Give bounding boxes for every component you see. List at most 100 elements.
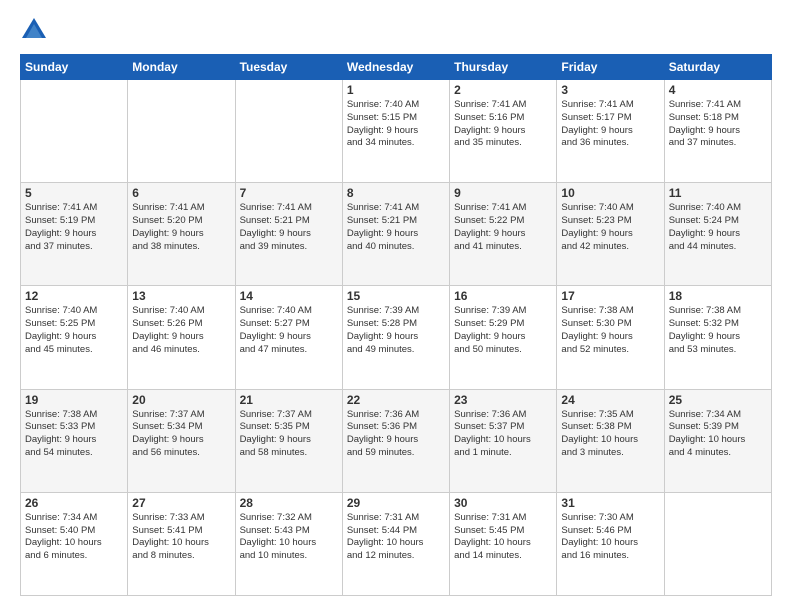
day-info: Sunrise: 7:36 AM Sunset: 5:36 PM Dayligh… [347,409,445,460]
calendar-week-row: 12 Sunrise: 7:40 AM Sunset: 5:25 PM Dayli… [21,286,772,389]
day-number: 17 [561,289,659,303]
day-info: Sunrise: 7:36 AM Sunset: 5:37 PM Dayligh… [454,409,552,460]
header [20,16,772,44]
calendar-cell: 29 Sunrise: 7:31 AM Sunset: 5:44 PM Dayli… [342,492,449,595]
day-number: 6 [132,186,230,200]
calendar-cell: 9 Sunrise: 7:41 AM Sunset: 5:22 PM Daylig… [450,183,557,286]
calendar-cell: 16 Sunrise: 7:39 AM Sunset: 5:29 PM Dayli… [450,286,557,389]
day-info: Sunrise: 7:40 AM Sunset: 5:23 PM Dayligh… [561,202,659,253]
calendar-cell: 30 Sunrise: 7:31 AM Sunset: 5:45 PM Dayli… [450,492,557,595]
calendar-cell: 7 Sunrise: 7:41 AM Sunset: 5:21 PM Daylig… [235,183,342,286]
day-info: Sunrise: 7:41 AM Sunset: 5:21 PM Dayligh… [240,202,338,253]
calendar-cell: 26Sunrise: 7:34 AM Sunset: 5:40 PM Dayli… [21,492,128,595]
calendar-cell: 20Sunrise: 7:37 AM Sunset: 5:34 PM Dayli… [128,389,235,492]
day-number: 10 [561,186,659,200]
day-number: 8 [347,186,445,200]
day-number: 31 [561,496,659,510]
day-number: 4 [669,83,767,97]
day-number: 14 [240,289,338,303]
calendar-cell: 27 Sunrise: 7:33 AM Sunset: 5:41 PM Dayli… [128,492,235,595]
day-info: Sunrise: 7:31 AM Sunset: 5:45 PM Dayligh… [454,512,552,563]
calendar-cell: 2 Sunrise: 7:41 AM Sunset: 5:16 PM Daylig… [450,80,557,183]
day-number: 7 [240,186,338,200]
logo [20,16,52,44]
day-number: 5 [25,186,123,200]
calendar-cell: 14 Sunrise: 7:40 AM Sunset: 5:27 PM Dayli… [235,286,342,389]
day-number: 21 [240,393,338,407]
calendar-cell [664,492,771,595]
page: SundayMondayTuesdayWednesdayThursdayFrid… [0,0,792,612]
day-number: 13 [132,289,230,303]
calendar-cell: 15Sunrise: 7:39 AM Sunset: 5:28 PM Dayli… [342,286,449,389]
day-number: 18 [669,289,767,303]
day-number: 20 [132,393,230,407]
calendar-cell: 8 Sunrise: 7:41 AM Sunset: 5:21 PM Daylig… [342,183,449,286]
calendar-header-row: SundayMondayTuesdayWednesdayThursdayFrid… [21,55,772,80]
calendar-cell: 17 Sunrise: 7:38 AM Sunset: 5:30 PM Dayli… [557,286,664,389]
calendar-cell: 19Sunrise: 7:38 AM Sunset: 5:33 PM Dayli… [21,389,128,492]
day-number: 12 [25,289,123,303]
day-info: Sunrise: 7:41 AM Sunset: 5:20 PM Dayligh… [132,202,230,253]
day-number: 2 [454,83,552,97]
day-info: Sunrise: 7:40 AM Sunset: 5:25 PM Dayligh… [25,305,123,356]
day-info: Sunrise: 7:41 AM Sunset: 5:21 PM Dayligh… [347,202,445,253]
day-number: 9 [454,186,552,200]
calendar-cell: 3 Sunrise: 7:41 AM Sunset: 5:17 PM Daylig… [557,80,664,183]
day-number: 19 [25,393,123,407]
calendar-cell: 24Sunrise: 7:35 AM Sunset: 5:38 PM Dayli… [557,389,664,492]
calendar-cell: 4 Sunrise: 7:41 AM Sunset: 5:18 PM Daylig… [664,80,771,183]
calendar-cell: 10 Sunrise: 7:40 AM Sunset: 5:23 PM Dayli… [557,183,664,286]
calendar-cell [128,80,235,183]
day-info: Sunrise: 7:30 AM Sunset: 5:46 PM Dayligh… [561,512,659,563]
day-info: Sunrise: 7:32 AM Sunset: 5:43 PM Dayligh… [240,512,338,563]
day-header: Wednesday [342,55,449,80]
calendar-week-row: 19Sunrise: 7:38 AM Sunset: 5:33 PM Dayli… [21,389,772,492]
day-header: Tuesday [235,55,342,80]
day-info: Sunrise: 7:41 AM Sunset: 5:18 PM Dayligh… [669,99,767,150]
day-info: Sunrise: 7:39 AM Sunset: 5:28 PM Dayligh… [347,305,445,356]
calendar-cell: 31 Sunrise: 7:30 AM Sunset: 5:46 PM Dayli… [557,492,664,595]
calendar-cell: 13Sunrise: 7:40 AM Sunset: 5:26 PM Dayli… [128,286,235,389]
day-info: Sunrise: 7:40 AM Sunset: 5:15 PM Dayligh… [347,99,445,150]
calendar-week-row: 5 Sunrise: 7:41 AM Sunset: 5:19 PM Daylig… [21,183,772,286]
calendar-week-row: 26Sunrise: 7:34 AM Sunset: 5:40 PM Dayli… [21,492,772,595]
calendar-cell: 21 Sunrise: 7:37 AM Sunset: 5:35 PM Dayli… [235,389,342,492]
day-number: 28 [240,496,338,510]
calendar-table: SundayMondayTuesdayWednesdayThursdayFrid… [20,54,772,596]
day-number: 23 [454,393,552,407]
day-number: 27 [132,496,230,510]
day-number: 1 [347,83,445,97]
calendar-cell: 6 Sunrise: 7:41 AM Sunset: 5:20 PM Daylig… [128,183,235,286]
day-number: 29 [347,496,445,510]
day-header: Monday [128,55,235,80]
day-info: Sunrise: 7:41 AM Sunset: 5:19 PM Dayligh… [25,202,123,253]
day-info: Sunrise: 7:41 AM Sunset: 5:17 PM Dayligh… [561,99,659,150]
day-number: 30 [454,496,552,510]
day-header: Saturday [664,55,771,80]
calendar-cell: 5 Sunrise: 7:41 AM Sunset: 5:19 PM Daylig… [21,183,128,286]
day-info: Sunrise: 7:38 AM Sunset: 5:30 PM Dayligh… [561,305,659,356]
day-number: 3 [561,83,659,97]
day-info: Sunrise: 7:40 AM Sunset: 5:27 PM Dayligh… [240,305,338,356]
day-info: Sunrise: 7:40 AM Sunset: 5:24 PM Dayligh… [669,202,767,253]
calendar-week-row: 1 Sunrise: 7:40 AM Sunset: 5:15 PM Daylig… [21,80,772,183]
calendar-cell: 18 Sunrise: 7:38 AM Sunset: 5:32 PM Dayli… [664,286,771,389]
day-info: Sunrise: 7:38 AM Sunset: 5:32 PM Dayligh… [669,305,767,356]
day-info: Sunrise: 7:37 AM Sunset: 5:35 PM Dayligh… [240,409,338,460]
day-info: Sunrise: 7:41 AM Sunset: 5:22 PM Dayligh… [454,202,552,253]
day-header: Thursday [450,55,557,80]
day-info: Sunrise: 7:33 AM Sunset: 5:41 PM Dayligh… [132,512,230,563]
calendar-cell: 11 Sunrise: 7:40 AM Sunset: 5:24 PM Dayli… [664,183,771,286]
day-number: 24 [561,393,659,407]
day-info: Sunrise: 7:34 AM Sunset: 5:39 PM Dayligh… [669,409,767,460]
day-info: Sunrise: 7:31 AM Sunset: 5:44 PM Dayligh… [347,512,445,563]
day-info: Sunrise: 7:41 AM Sunset: 5:16 PM Dayligh… [454,99,552,150]
day-number: 11 [669,186,767,200]
calendar-cell: 12 Sunrise: 7:40 AM Sunset: 5:25 PM Dayli… [21,286,128,389]
day-number: 16 [454,289,552,303]
calendar-cell [21,80,128,183]
day-info: Sunrise: 7:39 AM Sunset: 5:29 PM Dayligh… [454,305,552,356]
day-number: 26 [25,496,123,510]
calendar-cell: 23 Sunrise: 7:36 AM Sunset: 5:37 PM Dayli… [450,389,557,492]
calendar-cell [235,80,342,183]
